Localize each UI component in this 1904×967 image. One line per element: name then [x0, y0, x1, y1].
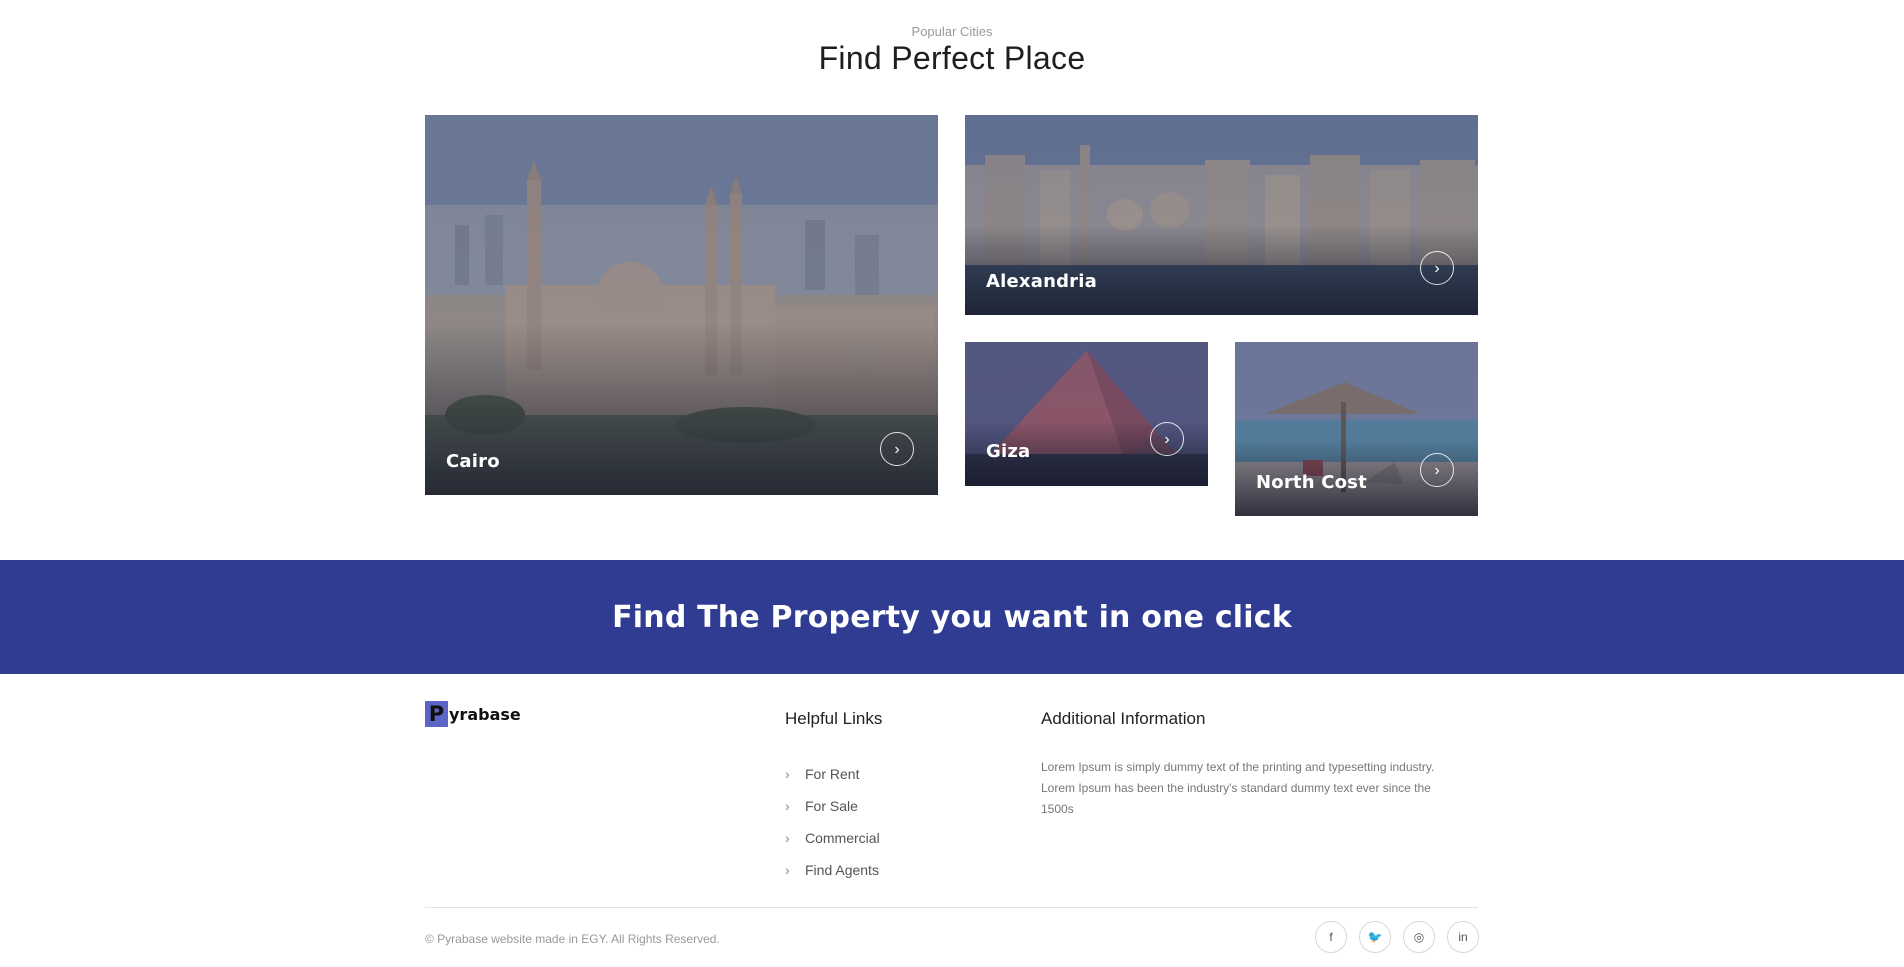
twitter-icon[interactable]: 🐦	[1359, 921, 1391, 953]
cta-text: Find The Property you want in one click	[612, 599, 1292, 635]
city-card-north-cost[interactable]: North Cost ›	[1235, 342, 1478, 516]
footer-link-find-agents[interactable]: › Find Agents	[785, 854, 880, 886]
chevron-right-icon[interactable]: ›	[1420, 251, 1454, 285]
link-label: For Sale	[805, 798, 858, 814]
city-card-cairo[interactable]: Cairo ›	[425, 115, 938, 495]
city-name: Cairo	[446, 451, 500, 472]
footer-link-for-sale[interactable]: › For Sale	[785, 790, 880, 822]
chevron-right-icon: ›	[785, 830, 790, 846]
chevron-right-icon: ›	[785, 862, 790, 878]
copyright-text: © Pyrabase website made in EGY. All Righ…	[425, 932, 720, 946]
social-links: f 🐦 ◎ in	[1315, 921, 1479, 953]
facebook-icon[interactable]: f	[1315, 921, 1347, 953]
logo-text: yrabase	[449, 704, 521, 724]
link-label: Commercial	[805, 830, 880, 846]
chevron-right-icon[interactable]: ›	[880, 432, 914, 466]
link-label: Find Agents	[805, 862, 879, 878]
logo-mark: P	[425, 701, 448, 727]
city-name: Alexandria	[986, 271, 1097, 292]
chevron-right-icon[interactable]: ›	[1150, 422, 1184, 456]
chevron-right-icon: ›	[785, 766, 790, 782]
city-card-giza[interactable]: Giza ›	[965, 342, 1208, 486]
photo-overlay	[425, 115, 938, 495]
logo[interactable]: P yrabase	[425, 701, 521, 727]
chevron-right-icon: ›	[785, 798, 790, 814]
section-title: Find Perfect Place	[818, 40, 1086, 76]
cta-banner: Find The Property you want in one click	[0, 560, 1904, 674]
city-name: North Cost	[1256, 472, 1367, 493]
additional-info-title: Additional Information	[1041, 709, 1206, 728]
footer-divider	[425, 907, 1478, 908]
helpful-links-list: › For Rent › For Sale › Commercial › Find Ag…	[785, 758, 880, 886]
instagram-icon[interactable]: ◎	[1403, 921, 1435, 953]
city-card-alexandria[interactable]: Alexandria ›	[965, 115, 1478, 315]
linkedin-icon[interactable]: in	[1447, 921, 1479, 953]
photo-overlay	[965, 342, 1208, 486]
footer-link-commercial[interactable]: › Commercial	[785, 822, 880, 854]
link-label: For Rent	[805, 766, 860, 782]
section-kicker: Popular Cities	[911, 24, 993, 39]
helpful-links-title: Helpful Links	[785, 709, 883, 728]
footer-link-for-rent[interactable]: › For Rent	[785, 758, 880, 790]
chevron-right-icon[interactable]: ›	[1420, 453, 1454, 487]
additional-info-text: Lorem Ipsum is simply dummy text of the …	[1041, 760, 1435, 816]
city-name: Giza	[986, 441, 1031, 462]
